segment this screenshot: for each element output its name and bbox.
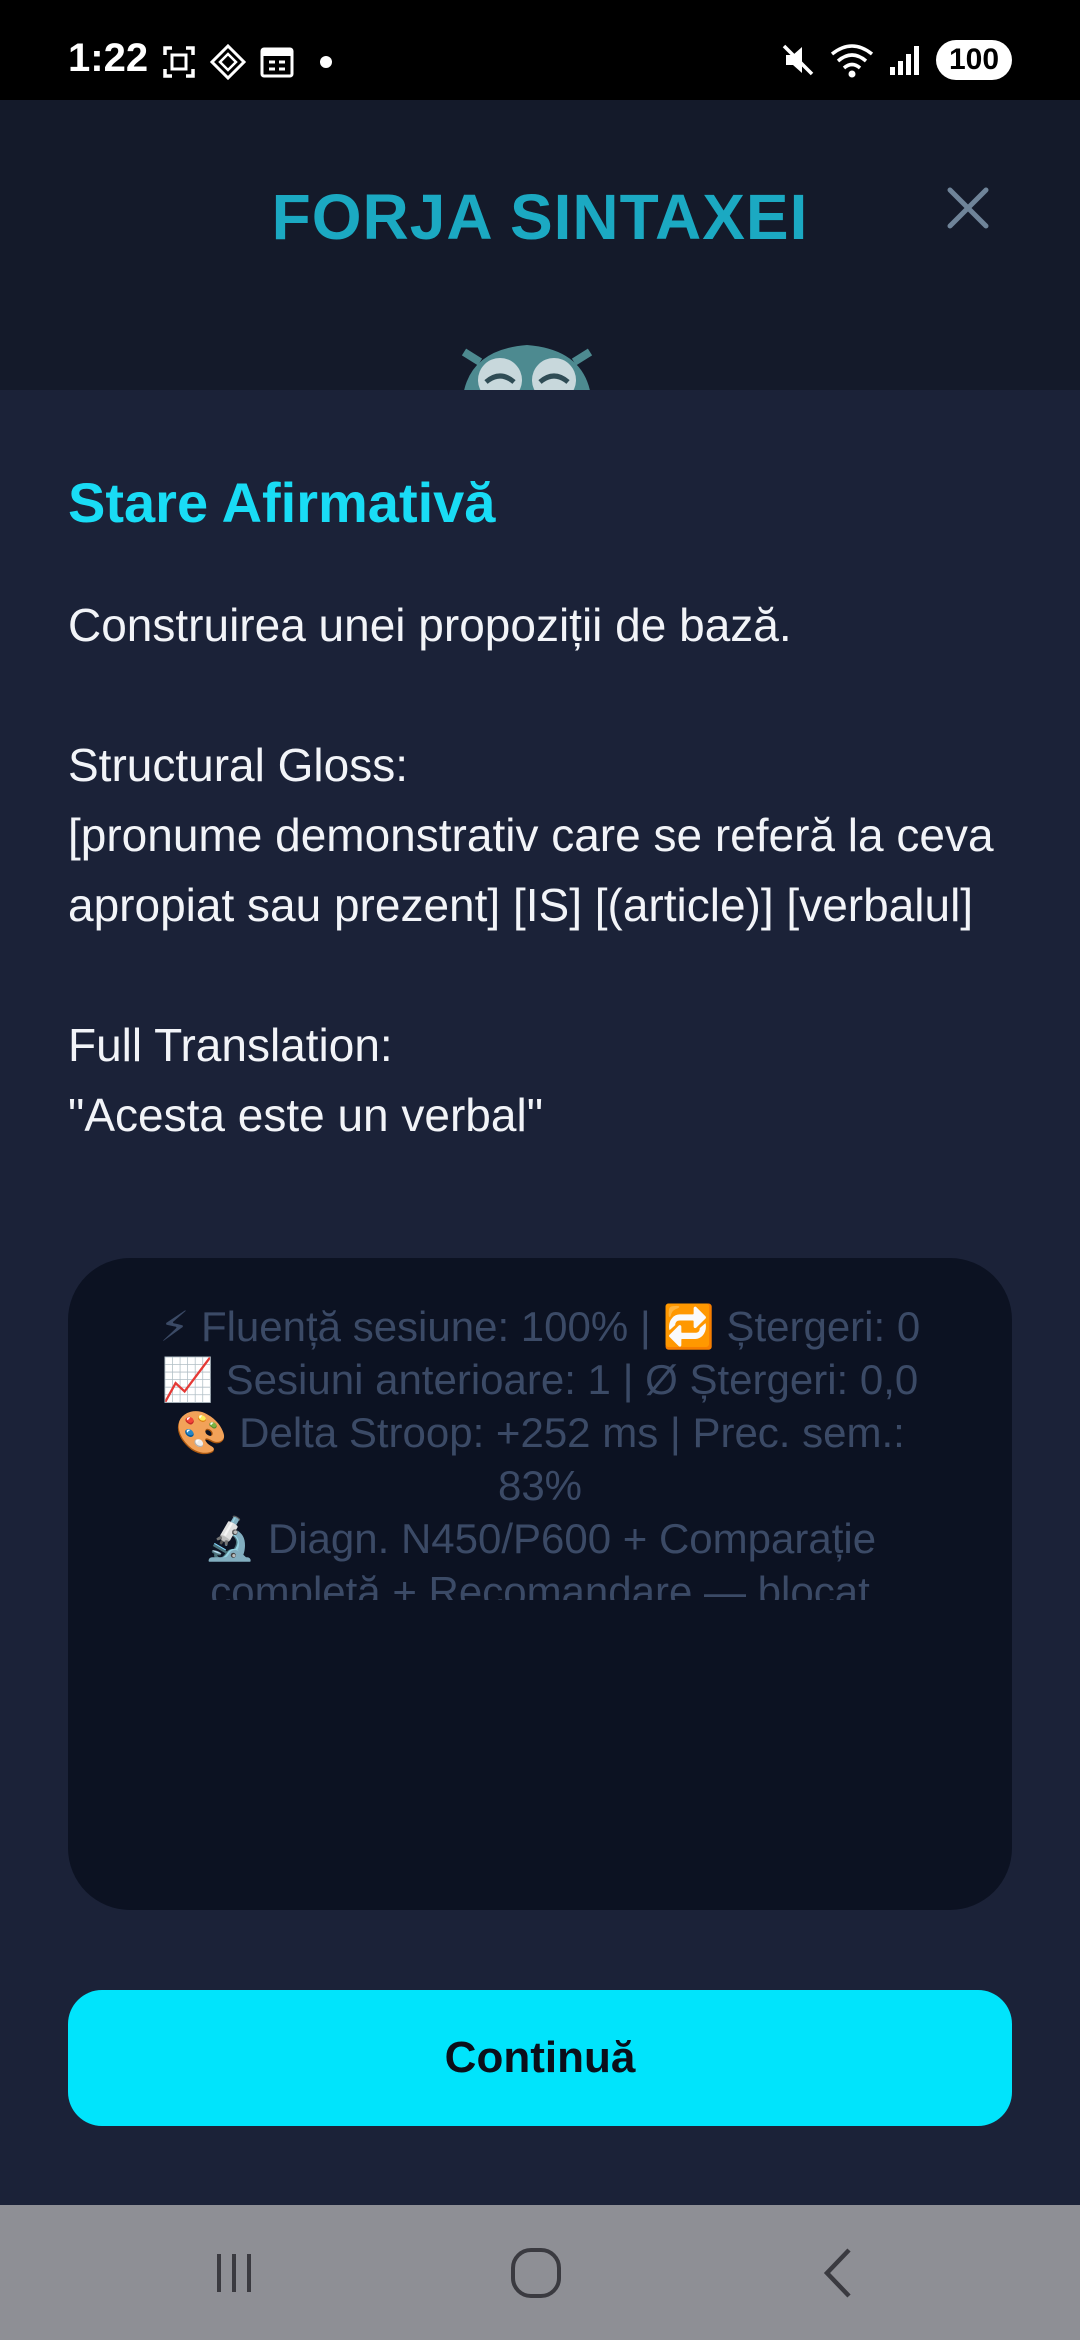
signal-icon bbox=[888, 43, 922, 77]
info-sheet: Stare Afirmativă Construirea unei propoz… bbox=[0, 390, 1080, 2205]
back-button[interactable] bbox=[800, 2235, 880, 2315]
screenshot-icon bbox=[162, 45, 196, 79]
sheet-description: Construirea unei propoziții de bază. bbox=[68, 599, 792, 651]
close-button[interactable] bbox=[938, 180, 998, 240]
wifi-icon bbox=[830, 42, 874, 78]
app-header: FORJA SINTAXEI bbox=[0, 100, 1080, 390]
stats-line-stroop: 🎨 Delta Stroop: +252 ms | Prec. sem.: 83… bbox=[175, 1409, 905, 1509]
gloss-label: Structural Gloss: bbox=[68, 739, 408, 791]
notification-dot bbox=[320, 56, 332, 68]
continue-button[interactable]: Continuă bbox=[68, 1990, 1012, 2126]
recent-apps-button[interactable] bbox=[194, 2235, 274, 2315]
stats-line-diagnostics: 🔬 Diagn. N450/P600 + Comparație completă… bbox=[203, 1515, 877, 1600]
status-left-icons bbox=[162, 44, 332, 80]
close-icon bbox=[946, 186, 990, 235]
sheet-title: Stare Afirmativă bbox=[68, 471, 496, 534]
owl-mascot bbox=[452, 330, 602, 390]
stats-line-previous-sessions: 📈 Sesiuni anterioare: 1 | Ø Ștergeri: 0,… bbox=[161, 1356, 919, 1403]
navigation-bar bbox=[0, 2205, 1080, 2340]
stats-line-fluency: ⚡ Fluență sesiune: 100% | 🔁 Ștergeri: 0 bbox=[159, 1303, 921, 1350]
stats-panel[interactable]: ⚡ Fluență sesiune: 100% | 🔁 Ștergeri: 0 … bbox=[68, 1258, 1012, 1910]
home-button[interactable] bbox=[496, 2235, 576, 2315]
gloss-text: [pronume demonstrativ care se referă la … bbox=[68, 809, 994, 931]
mute-icon bbox=[780, 42, 816, 78]
calendar-icon bbox=[260, 45, 294, 79]
status-bar: 1:22 100 bbox=[0, 0, 1080, 100]
translation-label: Full Translation: bbox=[68, 1019, 393, 1071]
back-icon bbox=[815, 2246, 865, 2305]
battery-badge: 100 bbox=[936, 40, 1012, 80]
status-time: 1:22 bbox=[68, 36, 149, 80]
status-right-icons: 100 bbox=[780, 40, 1012, 80]
translation-text: "Acesta este un verbal" bbox=[68, 1089, 544, 1141]
app-title: FORJA SINTAXEI bbox=[271, 181, 809, 253]
home-icon bbox=[509, 2246, 563, 2305]
recent-apps-icon bbox=[209, 2248, 259, 2303]
sheet-body: Construirea unei propoziții de bază. Str… bbox=[68, 590, 1018, 1150]
diamond-app-icon bbox=[210, 44, 246, 80]
stats-text: ⚡ Fluență sesiune: 100% | 🔁 Ștergeri: 0 … bbox=[128, 1300, 952, 1600]
